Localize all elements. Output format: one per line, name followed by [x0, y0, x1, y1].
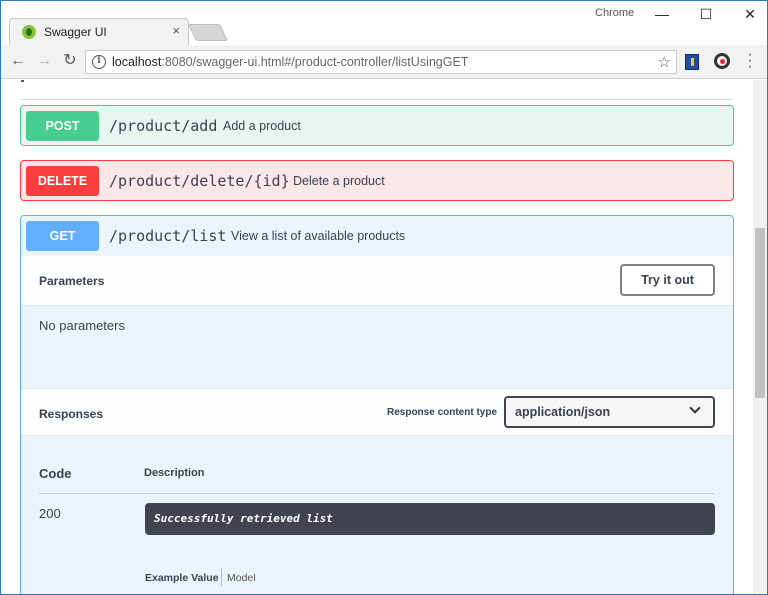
url-rest: :8080/swagger-ui.html#/product-controlle…	[161, 55, 469, 69]
extension-icon[interactable]	[714, 53, 730, 69]
response-content-type-label: Response content type	[387, 407, 498, 418]
tab-separator	[221, 568, 222, 586]
description-column-header: Description	[144, 467, 205, 479]
opblock-delete-product[interactable]: DELETE /product/delete/{id} Delete a pro…	[20, 160, 734, 201]
response-content-type-select[interactable]: application/json	[504, 396, 715, 428]
tab-close-icon[interactable]: ×	[172, 24, 180, 38]
try-it-out-button[interactable]: Try it out	[620, 264, 715, 296]
operation-summary: Delete a product	[293, 174, 385, 188]
page-viewport: POST /product/add Add a product DELETE /…	[1, 80, 753, 594]
operation-path: /product/list	[109, 227, 227, 245]
response-description: Successfully retrieved list	[154, 512, 333, 525]
responses-title: Responses	[39, 407, 104, 421]
no-parameters-text: No parameters	[39, 318, 125, 333]
operation-summary: Add a product	[223, 119, 301, 133]
url-text[interactable]: localhost:8080/swagger-ui.html#/product-…	[112, 55, 468, 69]
profile-label: Chrome	[595, 7, 635, 19]
opblock-get-list[interactable]: GET /product/list View a list of availab…	[20, 215, 734, 594]
parameters-header: Parameters Try it out	[21, 256, 733, 306]
opblock-post-add[interactable]: POST /product/add Add a product	[20, 105, 734, 146]
scrollbar-thumb[interactable]	[755, 228, 765, 398]
operation-path: /product/delete/{id}	[109, 172, 290, 190]
table-divider	[39, 493, 714, 494]
method-badge: DELETE	[26, 166, 99, 196]
select-value: application/json	[515, 405, 611, 419]
star-icon[interactable]: ☆	[658, 53, 671, 71]
info-icon[interactable]: i	[92, 55, 106, 69]
url-host: localhost	[112, 55, 162, 69]
operation-path: /product/add	[109, 117, 218, 135]
vertical-scrollbar[interactable]	[753, 80, 767, 594]
model-tab[interactable]: Model	[227, 572, 256, 584]
example-value-tab[interactable]: Example Value	[145, 572, 219, 584]
title-bar: Swagger UI × Chrome — ☐ ✕	[1, 1, 767, 46]
reload-icon[interactable]: ↻	[60, 51, 80, 71]
divider	[21, 99, 733, 100]
forward-icon[interactable]: →	[34, 51, 54, 71]
swagger-favicon-icon	[22, 25, 36, 39]
method-badge: POST	[26, 111, 99, 141]
menu-icon[interactable]: · · ·	[745, 47, 755, 75]
response-description-box: Successfully retrieved list	[145, 503, 715, 535]
browser-toolbar: ← → ↻ i localhost:8080/swagger-ui.html#/…	[1, 45, 767, 79]
back-icon[interactable]: ←	[8, 51, 28, 71]
section-edge	[21, 80, 24, 82]
maximize-button[interactable]: ☐	[693, 4, 719, 24]
code-column-header: Code	[39, 466, 72, 481]
tab-title: Swagger UI	[44, 25, 107, 39]
extension-icon[interactable]	[685, 54, 699, 70]
close-window-button[interactable]: ✕	[737, 4, 763, 24]
browser-tab[interactable]: Swagger UI ×	[9, 18, 189, 46]
minimize-button[interactable]: —	[649, 4, 675, 24]
parameters-title: Parameters	[39, 274, 105, 288]
responses-header: Responses Response content type applicat…	[21, 388, 733, 436]
address-bar[interactable]: i localhost:8080/swagger-ui.html#/produc…	[85, 50, 677, 74]
operation-summary: View a list of available products	[231, 229, 406, 243]
chevron-down-icon	[689, 402, 701, 414]
browser-window: Swagger UI × Chrome — ☐ ✕ ← → ↻ i localh…	[0, 0, 768, 595]
response-code: 200	[39, 506, 61, 521]
new-tab-button[interactable]	[188, 24, 228, 41]
method-badge: GET	[26, 221, 99, 251]
